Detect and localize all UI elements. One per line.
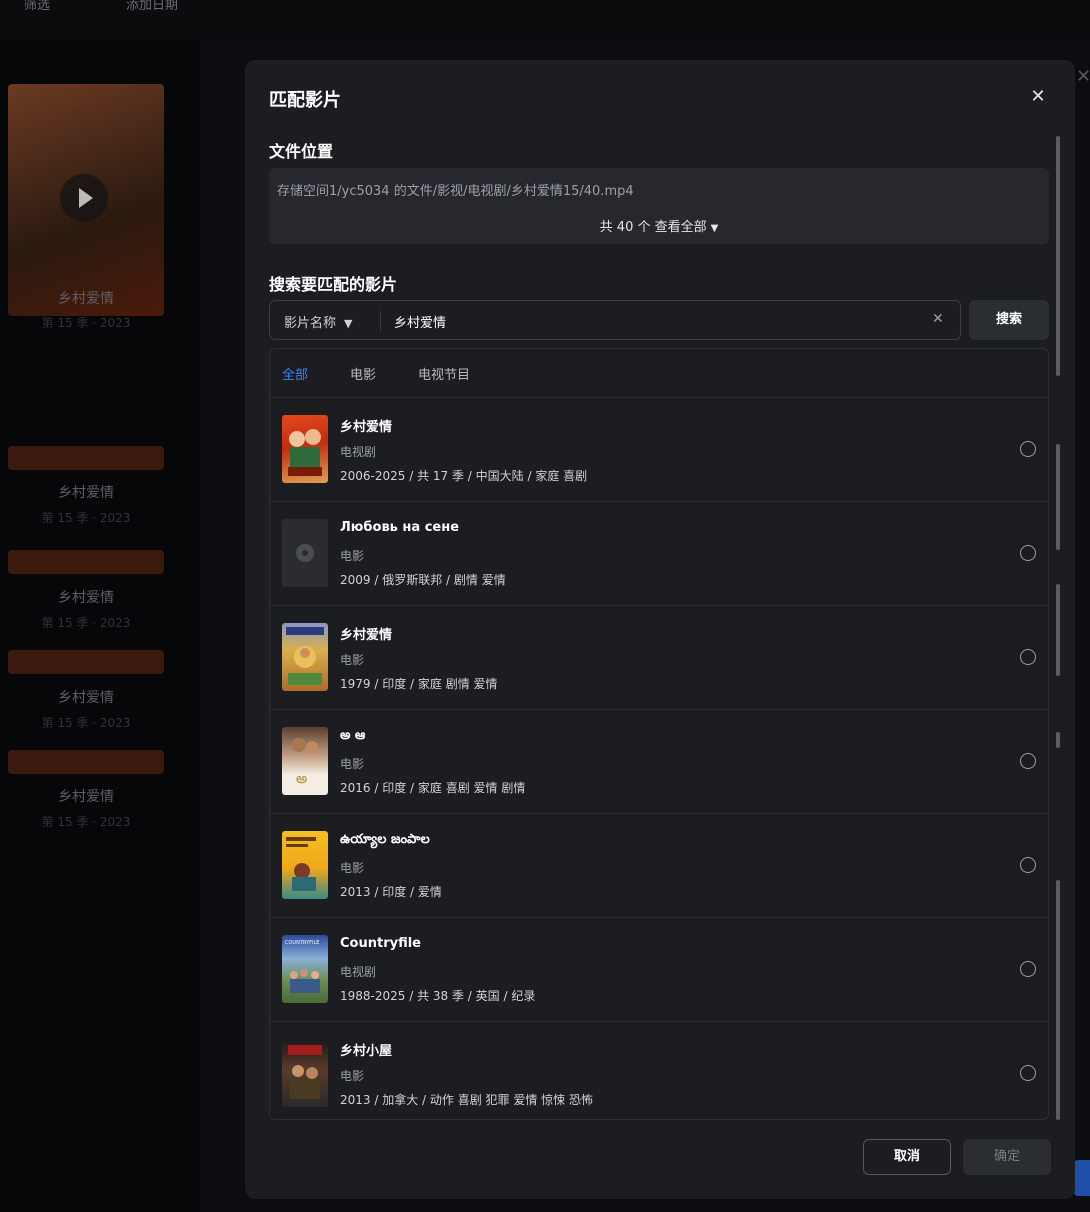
background-card-subtitle: 第 15 季 · 2023 xyxy=(41,716,131,730)
background-card-title: 乡村爱情 xyxy=(58,485,114,501)
result-radio[interactable] xyxy=(1020,961,1036,977)
result-title: ఉయ్యాల జంపాల xyxy=(340,832,430,847)
background-card-title: 乡村爱情 xyxy=(58,590,114,606)
result-type: 电影 xyxy=(340,549,365,563)
result-meta: 2013 / 加拿大 / 动作 喜剧 犯罪 爱情 惊悚 恐怖 xyxy=(340,1093,593,1107)
film-reel-icon xyxy=(296,544,314,562)
background-card-subtitle: 第 15 季 · 2023 xyxy=(41,511,131,525)
result-meta: 2013 / 印度 / 爱情 xyxy=(340,885,442,899)
dialog-title: 匹配影片 xyxy=(269,90,341,111)
svg-text:అ: అ xyxy=(296,771,307,787)
result-radio[interactable] xyxy=(1020,753,1036,769)
result-item[interactable]: COUNTRYFILE Countryfile 电视剧 1988-2025 / … xyxy=(270,918,1048,1022)
scrollbar-thumb[interactable] xyxy=(1056,732,1060,748)
background-close-icon[interactable]: ✕ xyxy=(1076,66,1090,87)
background-card-title: 乡村爱情 xyxy=(58,789,114,805)
tab-tv[interactable]: 电视节目 xyxy=(418,364,470,383)
sort-dropdown[interactable]: 添加日期 xyxy=(126,0,178,13)
close-icon[interactable]: ✕ xyxy=(1027,86,1049,108)
cancel-button[interactable]: 取消 xyxy=(863,1139,951,1175)
result-type: 电影 xyxy=(340,1069,365,1083)
poster-thumbnail xyxy=(282,1039,328,1107)
filter-dropdown[interactable]: 筛选 xyxy=(24,0,50,13)
result-radio[interactable] xyxy=(1020,545,1036,561)
results-list: 全部 电影 电视节目 乡村爱情 电视剧 2006-2025 / 共 17 季 /… xyxy=(269,348,1049,1120)
search-type-label: 影片名称 xyxy=(284,316,337,331)
background-toolbar: 筛选 添加日期 xyxy=(0,0,1090,40)
poster-thumbnail: COUNTRYFILE xyxy=(282,935,328,1003)
background-poster[interactable] xyxy=(8,446,164,470)
file-path: 存储空间1/yc5034 的文件/影视/电视剧/乡村爱情15/40.mp4 xyxy=(277,184,634,199)
result-item[interactable]: Любовь на сене 电影 2009 / 俄罗斯联邦 / 剧情 爱情 xyxy=(270,502,1048,606)
result-radio[interactable] xyxy=(1020,649,1036,665)
svg-text:COUNTRYFILE: COUNTRYFILE xyxy=(285,940,319,946)
result-type: 电视剧 xyxy=(340,445,377,459)
background-poster[interactable] xyxy=(8,84,164,316)
file-location-heading: 文件位置 xyxy=(269,142,334,161)
result-item[interactable]: అ అ ఆ 电影 2016 / 印度 / 家庭 喜剧 爱情 剧情 xyxy=(270,710,1048,814)
background-primary-button[interactable] xyxy=(1074,1160,1090,1196)
result-type: 电影 xyxy=(340,757,365,771)
scrollbar-thumb[interactable] xyxy=(1056,444,1060,550)
scrollbar-thumb[interactable] xyxy=(1056,584,1060,676)
result-meta: 1988-2025 / 共 38 季 / 英国 / 纪录 xyxy=(340,989,536,1003)
result-radio[interactable] xyxy=(1020,857,1036,873)
chevron-down-icon: ▼ xyxy=(710,223,719,234)
background-poster[interactable] xyxy=(8,650,164,674)
background-poster[interactable] xyxy=(8,550,164,574)
result-title: 乡村小屋 xyxy=(340,1044,393,1059)
background-card-subtitle: 第 15 季 · 2023 xyxy=(41,616,131,630)
result-type: 电影 xyxy=(340,861,365,875)
result-type: 电视剧 xyxy=(340,965,377,979)
background-card-title: 乡村爱情 xyxy=(58,291,114,307)
divider xyxy=(380,311,381,331)
result-title: Любовь на сене xyxy=(340,520,460,535)
search-bar: 影片名称 ▼ 乡村爱情 ✕ xyxy=(269,300,961,340)
search-type-dropdown[interactable]: 影片名称 ▼ xyxy=(284,312,352,331)
confirm-button[interactable]: 确定 xyxy=(963,1139,1051,1175)
result-radio[interactable] xyxy=(1020,441,1036,457)
result-title: అ ఆ xyxy=(340,728,366,743)
background-poster[interactable] xyxy=(8,750,164,774)
chevron-down-icon: ▼ xyxy=(344,317,353,330)
result-meta: 1979 / 印度 / 家庭 剧情 爱情 xyxy=(340,677,498,691)
poster-thumbnail xyxy=(282,415,328,483)
background-card-subtitle: 第 15 季 · 2023 xyxy=(41,316,131,330)
result-radio[interactable] xyxy=(1020,1065,1036,1081)
clear-icon[interactable]: ✕ xyxy=(932,311,944,327)
poster-placeholder xyxy=(282,519,328,587)
tab-all[interactable]: 全部 xyxy=(282,364,308,383)
poster-thumbnail xyxy=(282,623,328,691)
result-title: 乡村爱情 xyxy=(340,628,393,643)
search-heading: 搜索要匹配的影片 xyxy=(269,275,398,294)
result-item[interactable]: ఉయ్యాల జంపాల 电影 2013 / 印度 / 爱情 xyxy=(270,814,1048,918)
file-location-box: 存储空间1/yc5034 的文件/影视/电视剧/乡村爱情15/40.mp4 共 … xyxy=(269,168,1049,244)
result-item[interactable]: 乡村小屋 电影 2013 / 加拿大 / 动作 喜剧 犯罪 爱情 惊悚 恐怖 xyxy=(270,1022,1048,1119)
view-all-button[interactable]: 共 40 个 查看全部 ▼ xyxy=(269,216,1049,235)
poster-thumbnail xyxy=(282,831,328,899)
result-item[interactable]: 乡村爱情 电影 1979 / 印度 / 家庭 剧情 爱情 xyxy=(270,606,1048,710)
result-meta: 2016 / 印度 / 家庭 喜剧 爱情 剧情 xyxy=(340,781,526,795)
search-input[interactable]: 乡村爱情 xyxy=(394,312,446,331)
match-movie-dialog: 匹配影片 ✕ 文件位置 存储空间1/yc5034 的文件/影视/电视剧/乡村爱情… xyxy=(245,60,1075,1199)
result-title: Countryfile xyxy=(340,936,421,951)
scrollbar-thumb[interactable] xyxy=(1056,880,1060,1120)
poster-thumbnail: అ xyxy=(282,727,328,795)
scrollbar-thumb[interactable] xyxy=(1056,136,1060,376)
result-title: 乡村爱情 xyxy=(340,420,393,435)
result-meta: 2009 / 俄罗斯联邦 / 剧情 爱情 xyxy=(340,573,506,587)
result-item[interactable]: 乡村爱情 电视剧 2006-2025 / 共 17 季 / 中国大陆 / 家庭 … xyxy=(270,398,1048,502)
background-library-column: 乡村爱情 第 15 季 · 2023 乡村爱情 第 15 季 · 2023 乡村… xyxy=(0,40,200,1212)
result-type: 电影 xyxy=(340,653,365,667)
results-tabs: 全部 电影 电视节目 xyxy=(270,349,1048,398)
search-button[interactable]: 搜索 xyxy=(969,300,1049,340)
play-icon[interactable] xyxy=(60,174,108,222)
tab-movie[interactable]: 电影 xyxy=(350,364,376,383)
result-meta: 2006-2025 / 共 17 季 / 中国大陆 / 家庭 喜剧 xyxy=(340,469,588,483)
background-card-title: 乡村爱情 xyxy=(58,690,114,706)
view-all-label: 共 40 个 查看全部 xyxy=(599,220,707,235)
background-card-subtitle: 第 15 季 · 2023 xyxy=(41,815,131,829)
